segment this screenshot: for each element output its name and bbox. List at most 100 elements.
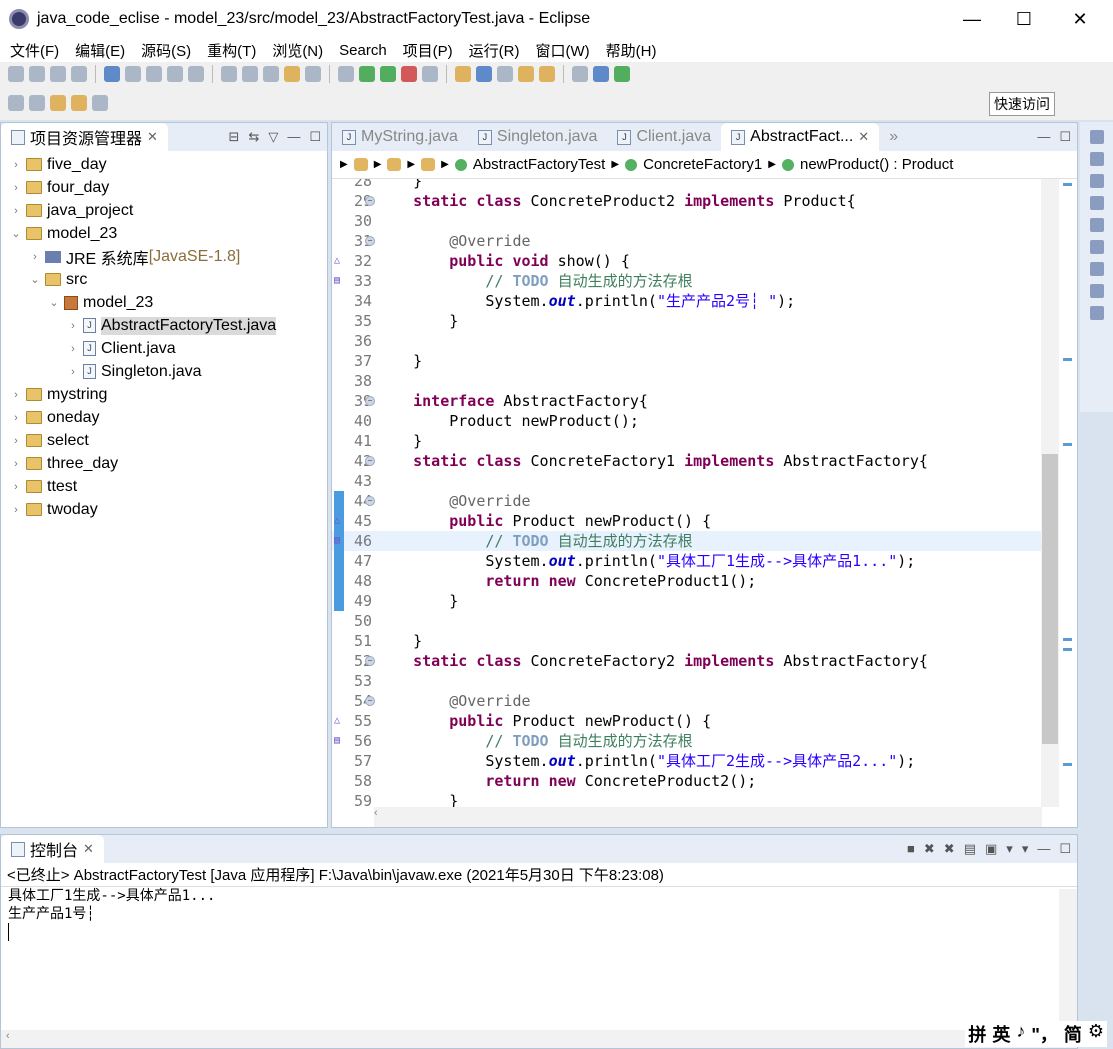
code-area[interactable]: 28 } 29− static class ConcreteProduct2 im… — [332, 179, 1042, 807]
remove-all-icon[interactable]: ✖ — [944, 841, 955, 857]
code-line[interactable]: 45 △ public Product newProduct() { — [332, 511, 1042, 531]
toolbar-button-icon[interactable] — [380, 66, 396, 82]
project-icon[interactable] — [353, 158, 368, 171]
code-line[interactable]: 46 ▤ // TODO 自动生成的方法存根 — [332, 531, 1042, 551]
link-editor-icon[interactable]: ⇆ — [248, 129, 259, 145]
tree-item[interactable]: › JRE 系统库 [JavaSE-1.8] — [1, 245, 327, 268]
fold-toggle-icon[interactable]: − — [365, 396, 375, 406]
ime-button[interactable]: 英 — [992, 1021, 1010, 1047]
quick-access-input[interactable]: 快速访问 — [989, 92, 1055, 116]
maximize-icon[interactable]: ☐ — [1059, 129, 1071, 145]
menu-item[interactable]: 浏览(N) — [264, 40, 331, 61]
toolbar-button-icon[interactable] — [359, 66, 375, 82]
editor-tab[interactable]: J Client.java — [607, 123, 721, 151]
code-line[interactable]: 58 return new ConcreteProduct2(); — [332, 771, 1042, 791]
console-vertical-scrollbar[interactable] — [1059, 889, 1077, 1032]
toolbar-button-icon[interactable] — [518, 66, 534, 82]
menu-item[interactable]: 运行(R) — [461, 40, 528, 61]
code-line[interactable]: 47 System.out.println("具体工厂1生成-->具体产品1..… — [332, 551, 1042, 571]
console-output[interactable]: 具体工厂1生成-->具体产品1... 生产产品1号┆ — [1, 887, 1077, 941]
overview-marker[interactable] — [1063, 638, 1072, 641]
menu-item[interactable]: 窗口(W) — [528, 40, 598, 61]
code-line[interactable]: 34 System.out.println("生产产品2号┆ "); — [332, 291, 1042, 311]
code-line[interactable]: 52− static class ConcreteFactory2 implem… — [332, 651, 1042, 671]
expand-arrow-icon[interactable]: ⌄ — [9, 227, 23, 240]
code-line[interactable]: 28 } — [332, 179, 1042, 191]
menu-item[interactable]: 编辑(E) — [67, 40, 133, 61]
expand-arrow-icon[interactable]: ⌄ — [28, 273, 42, 286]
code-line[interactable]: 59 } — [332, 791, 1042, 807]
scroll-thumb[interactable] — [1042, 454, 1058, 744]
ime-button[interactable]: ⚙ — [1088, 1021, 1104, 1047]
code-line[interactable]: 30 — [332, 211, 1042, 231]
nav-button-icon[interactable] — [8, 95, 24, 111]
code-line[interactable]: 32 △ public void show() { — [332, 251, 1042, 271]
collapse-all-icon[interactable]: ⊟ — [229, 129, 240, 145]
editor-tab[interactable]: J AbstractFact... ✕ — [721, 123, 880, 151]
expand-arrow-icon[interactable]: › — [9, 412, 23, 424]
tree-item[interactable]: ⌄ src — [1, 268, 327, 291]
menu-item[interactable]: 项目(P) — [395, 40, 461, 61]
minimize-icon[interactable]: — — [1037, 129, 1050, 145]
toolbar-button-icon[interactable] — [401, 66, 417, 82]
maximize-button[interactable]: ☐ — [999, 0, 1049, 38]
code-line[interactable]: 40 Product newProduct(); — [332, 411, 1042, 431]
code-line[interactable]: 56 ▤ // TODO 自动生成的方法存根 — [332, 731, 1042, 751]
map-icon[interactable] — [1089, 218, 1104, 232]
minimize-icon[interactable]: — — [1037, 841, 1050, 857]
expand-arrow-icon[interactable]: › — [9, 159, 23, 171]
tree-item[interactable]: ⌄ model_23 — [1, 291, 327, 314]
hierarchy-icon[interactable] — [1089, 284, 1104, 298]
pin-icon[interactable]: ▣ — [985, 841, 997, 857]
junit-icon[interactable] — [1089, 240, 1104, 254]
maximize-icon[interactable]: ☐ — [1059, 841, 1071, 857]
breadcrumb-item[interactable]: ConcreteFactory1 — [643, 156, 762, 173]
code-line[interactable]: 55 △ public Product newProduct() { — [332, 711, 1042, 731]
overview-ruler[interactable] — [1059, 179, 1077, 854]
toolbar-button-icon[interactable] — [497, 66, 513, 82]
overview-marker[interactable] — [1063, 763, 1072, 766]
scroll-lock-icon[interactable]: ▤ — [964, 841, 976, 857]
restore-icon[interactable] — [1089, 262, 1104, 276]
code-line[interactable]: 51 } — [332, 631, 1042, 651]
folder-icon[interactable] — [387, 158, 402, 171]
code-line[interactable]: 42− static class ConcreteFactory1 implem… — [332, 451, 1042, 471]
expand-arrow-icon[interactable]: › — [9, 435, 23, 447]
menu-item[interactable]: 文件(F) — [2, 40, 67, 61]
tree-item[interactable]: › J Singleton.java — [1, 360, 327, 383]
outline-icon[interactable] — [1089, 152, 1104, 166]
close-icon[interactable]: ✕ — [147, 129, 158, 145]
code-line[interactable]: 49 } — [332, 591, 1042, 611]
tab-console[interactable]: 控制台 ✕ — [1, 835, 104, 863]
code-line[interactable]: 43 — [332, 471, 1042, 491]
restore-icon[interactable] — [1089, 130, 1104, 144]
toolbar-button-icon[interactable] — [71, 66, 87, 82]
overview-marker[interactable] — [1063, 358, 1072, 361]
code-line[interactable]: 57 System.out.println("具体工厂2生成-->具体产品2..… — [332, 751, 1042, 771]
tabs-overflow-button[interactable]: » — [879, 123, 908, 151]
fold-toggle-icon[interactable]: − — [365, 656, 375, 666]
display-console-icon[interactable]: ▾ — [1006, 841, 1013, 857]
code-line[interactable]: 54− @Override — [332, 691, 1042, 711]
ime-button[interactable]: ♪ — [1016, 1021, 1025, 1047]
tree-item[interactable]: › J Client.java — [1, 337, 327, 360]
toolbar-button-icon[interactable] — [8, 66, 24, 82]
code-line[interactable]: 37 } — [332, 351, 1042, 371]
code-line[interactable]: 44− @Override — [332, 491, 1042, 511]
expand-arrow-icon[interactable]: › — [66, 366, 80, 378]
code-line[interactable]: 48 return new ConcreteProduct1(); — [332, 571, 1042, 591]
expand-arrow-icon[interactable]: › — [28, 251, 42, 263]
toolbar-button-icon[interactable] — [167, 66, 183, 82]
toolbar-button-icon[interactable] — [125, 66, 141, 82]
code-line[interactable]: 29− static class ConcreteProduct2 implem… — [332, 191, 1042, 211]
toolbar-button-icon[interactable] — [284, 66, 300, 82]
code-line[interactable]: 36 — [332, 331, 1042, 351]
menu-item[interactable]: 源码(S) — [133, 40, 199, 61]
expand-arrow-icon[interactable]: › — [9, 458, 23, 470]
tree-item[interactable]: › five_day — [1, 153, 327, 176]
toolbar-button-icon[interactable] — [593, 66, 609, 82]
close-button[interactable]: ✕ — [1055, 0, 1105, 38]
nav-button-icon[interactable] — [29, 95, 45, 111]
console-horizontal-scrollbar[interactable]: ‹ — [1, 1030, 1077, 1048]
nav-button-icon[interactable] — [92, 95, 108, 111]
